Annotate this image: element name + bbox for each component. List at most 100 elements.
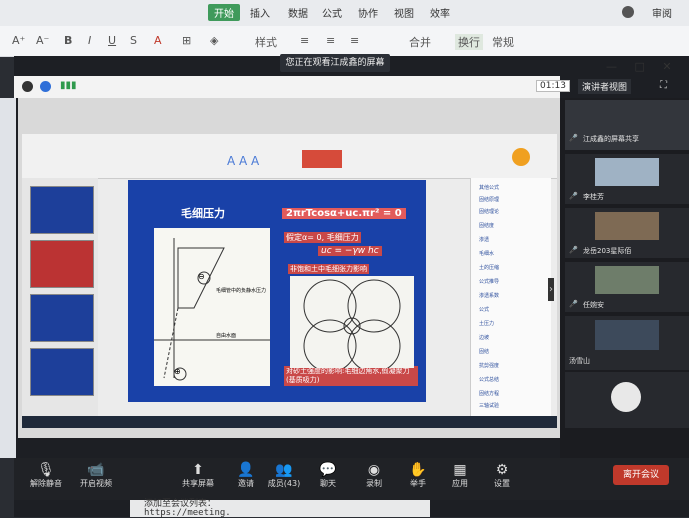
panel-item: 固结方程 bbox=[479, 391, 500, 397]
slide-title: 毛细压力 bbox=[181, 207, 225, 220]
font-size-up-icon[interactable]: A⁺ bbox=[12, 34, 25, 47]
panel-item: 固结度 bbox=[479, 223, 495, 229]
meeting-top-bar: ▮▮▮ 01:13 bbox=[14, 76, 570, 98]
italic-icon[interactable]: I bbox=[88, 34, 91, 47]
participant-tile[interactable]: 🎤 江成鑫的屏幕共享 bbox=[565, 100, 689, 150]
panel-item: 公式总结 bbox=[479, 377, 500, 383]
participant-tile[interactable]: 🎤 李桂芳 bbox=[565, 154, 689, 204]
participant-tile[interactable]: 🎤 任婉安 bbox=[565, 262, 689, 312]
avatar[interactable] bbox=[622, 6, 634, 18]
meeting-timer: 01:13 bbox=[536, 80, 570, 92]
apps-button[interactable]: ▦ 应用 bbox=[440, 462, 480, 489]
video-button[interactable]: 📹 开启视频 bbox=[76, 462, 116, 489]
participant-name: 任婉安 bbox=[583, 301, 604, 309]
leave-meeting-button[interactable]: 离开会议 bbox=[613, 465, 669, 485]
inner-ppt-toolbar: A A A bbox=[22, 134, 557, 179]
participant-tile[interactable]: 汤雪山 bbox=[565, 316, 689, 370]
slide-thumbnails bbox=[22, 178, 98, 416]
slide-assume: 假定α= 0, 毛细压力 bbox=[284, 232, 361, 243]
left-dock bbox=[0, 98, 16, 458]
fill-icon[interactable]: ◈ bbox=[210, 34, 218, 47]
record-button[interactable]: ◉ 录制 bbox=[354, 462, 394, 489]
info-icon[interactable] bbox=[22, 81, 33, 92]
mic-icon: 🎤 bbox=[569, 134, 578, 142]
panel-item: 公式推导 bbox=[479, 279, 500, 285]
tab-formula[interactable]: 公式 bbox=[322, 5, 342, 20]
mic-icon: 🎤 bbox=[569, 192, 578, 200]
diagram-label-negative-pressure: 毛细管中的负静水压力 bbox=[216, 288, 267, 294]
collapse-panel-icon[interactable]: › bbox=[548, 278, 554, 301]
participant-name: 李桂芳 bbox=[583, 193, 604, 201]
tab-view[interactable]: 视图 bbox=[394, 5, 414, 20]
members-label: 成员(43) bbox=[267, 479, 301, 488]
maximize-icon[interactable]: □ bbox=[635, 60, 645, 73]
style-button[interactable]: 样式 bbox=[255, 34, 277, 50]
slide-formula: 2πrTcosα+uc.πr² = 0 bbox=[282, 208, 406, 219]
record-label: 录制 bbox=[366, 479, 382, 488]
tab-collab[interactable]: 协作 bbox=[358, 5, 378, 20]
tab-home[interactable]: 开始 bbox=[208, 4, 240, 21]
strikethrough-icon[interactable]: S bbox=[130, 34, 137, 47]
signal-icon: ▮▮▮ bbox=[60, 80, 77, 91]
border-icon[interactable]: ⊞ bbox=[182, 34, 191, 47]
security-icon[interactable] bbox=[40, 81, 51, 92]
hand-icon: ✋ bbox=[409, 462, 427, 478]
number-format-select[interactable]: 常规 bbox=[492, 34, 514, 50]
members-button[interactable]: 👥 成员(43) bbox=[264, 462, 304, 489]
wrap-button[interactable]: 换行 bbox=[455, 34, 483, 50]
view-mode-button[interactable]: 演讲者视图 bbox=[578, 79, 632, 94]
review-label[interactable]: 审阅 bbox=[652, 5, 672, 20]
settings-label: 设置 bbox=[494, 479, 510, 488]
merge-button[interactable]: 合并 bbox=[409, 34, 431, 50]
participant-avatar bbox=[611, 382, 641, 412]
share-icon: ⬆ bbox=[192, 462, 204, 478]
inner-highlight-button bbox=[302, 150, 342, 168]
panel-item: 抗剪强度 bbox=[479, 363, 500, 369]
slide-thumbnail bbox=[30, 294, 94, 342]
align-center-icon[interactable]: ≡ bbox=[326, 34, 335, 47]
raise-label: 举手 bbox=[410, 479, 426, 488]
underline-icon[interactable]: U bbox=[108, 34, 116, 47]
mic-off-icon: 🎙 bbox=[37, 462, 55, 478]
panel-item: 土压力 bbox=[479, 321, 495, 327]
font-color-icon[interactable]: A bbox=[154, 34, 162, 47]
chat-label: 聊天 bbox=[320, 479, 336, 488]
chat-icon: 💬 bbox=[319, 462, 337, 478]
panel-item: 边坡 bbox=[479, 335, 490, 341]
participant-tile[interactable] bbox=[565, 372, 689, 428]
tab-data[interactable]: 数据 bbox=[288, 5, 308, 20]
slide-thumbnail bbox=[30, 186, 94, 234]
settings-button[interactable]: ⚙ 设置 bbox=[482, 462, 522, 489]
font-size-down-icon[interactable]: A⁻ bbox=[36, 34, 49, 47]
close-icon[interactable]: ✕ bbox=[662, 60, 671, 73]
panel-item: 毛细水 bbox=[479, 251, 495, 257]
invite-button[interactable]: 👤 邀请 bbox=[226, 462, 266, 489]
unmute-button[interactable]: 🎙 解除静音 bbox=[26, 462, 66, 489]
participant-video bbox=[595, 266, 659, 294]
apps-icon: ▦ bbox=[453, 462, 467, 478]
grain-circles-svg bbox=[303, 279, 401, 373]
share-banner[interactable]: 您正在观看江成鑫的屏幕 bbox=[280, 54, 390, 72]
participant-tile[interactable]: 🎤 龙岳203星际佰 bbox=[565, 208, 689, 258]
participant-name: 龙岳203星际佰 bbox=[583, 247, 632, 255]
align-left-icon[interactable]: ≡ bbox=[300, 34, 309, 47]
slide-thumbnail bbox=[30, 348, 94, 396]
panel-item: 渗透 bbox=[479, 237, 490, 243]
share-label: 共享屏幕 bbox=[182, 479, 214, 488]
raise-hand-button[interactable]: ✋ 举手 bbox=[398, 462, 438, 489]
tab-insert[interactable]: 插入 bbox=[250, 5, 270, 20]
invite-label: 邀请 bbox=[238, 479, 254, 488]
ribbon-tab-bar: 开始 插入 数据 公式 协作 视图 效率 审阅 bbox=[0, 0, 689, 26]
tab-efficiency[interactable]: 效率 bbox=[430, 5, 450, 20]
gear-icon: ⚙ bbox=[495, 462, 509, 478]
fullscreen-icon[interactable]: ⛶ bbox=[660, 80, 667, 91]
share-screen-button[interactable]: ⬆ 共享屏幕 bbox=[178, 462, 218, 489]
chat-button[interactable]: 💬 聊天 bbox=[308, 462, 348, 489]
align-right-icon[interactable]: ≡ bbox=[350, 34, 359, 47]
inner-taskbar bbox=[22, 416, 557, 428]
bold-icon[interactable]: B bbox=[64, 34, 72, 47]
minimize-icon[interactable]: — bbox=[606, 60, 617, 73]
share-banner-text: 您正在观看江成鑫的屏幕 bbox=[285, 58, 385, 68]
panel-item: 渗透系数 bbox=[479, 293, 500, 299]
participant-name: 汤雪山 bbox=[569, 357, 590, 365]
